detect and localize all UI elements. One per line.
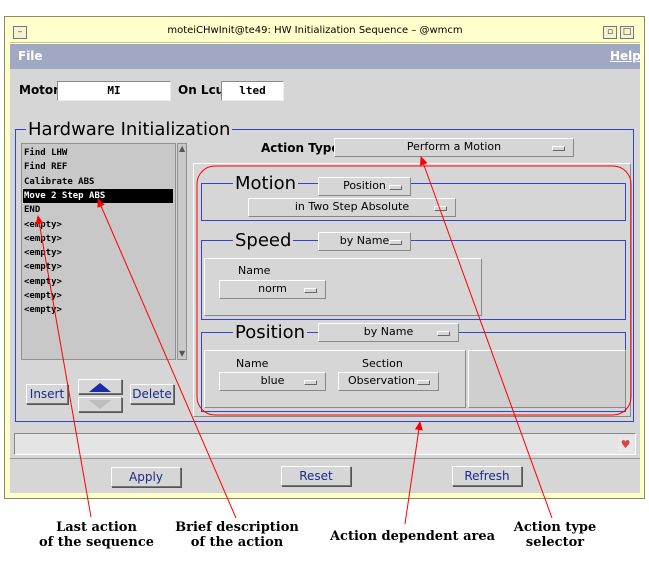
arrow-dependent-area: [404, 421, 423, 525]
dependent-area-outline: [196, 165, 632, 416]
annotation-dependent-area: Action dependent area: [329, 529, 496, 544]
annotation-action-type-selector: Action type selector: [513, 520, 597, 550]
annotation-last-action: Last action of the sequence: [38, 520, 155, 550]
arrow-last-action: [35, 215, 92, 518]
arrow-brief-description: [97, 198, 237, 519]
annotation-overlay: [35, 156, 632, 525]
annotation-brief-description: Brief description of the action: [175, 520, 299, 550]
arrow-action-type: [419, 156, 553, 519]
